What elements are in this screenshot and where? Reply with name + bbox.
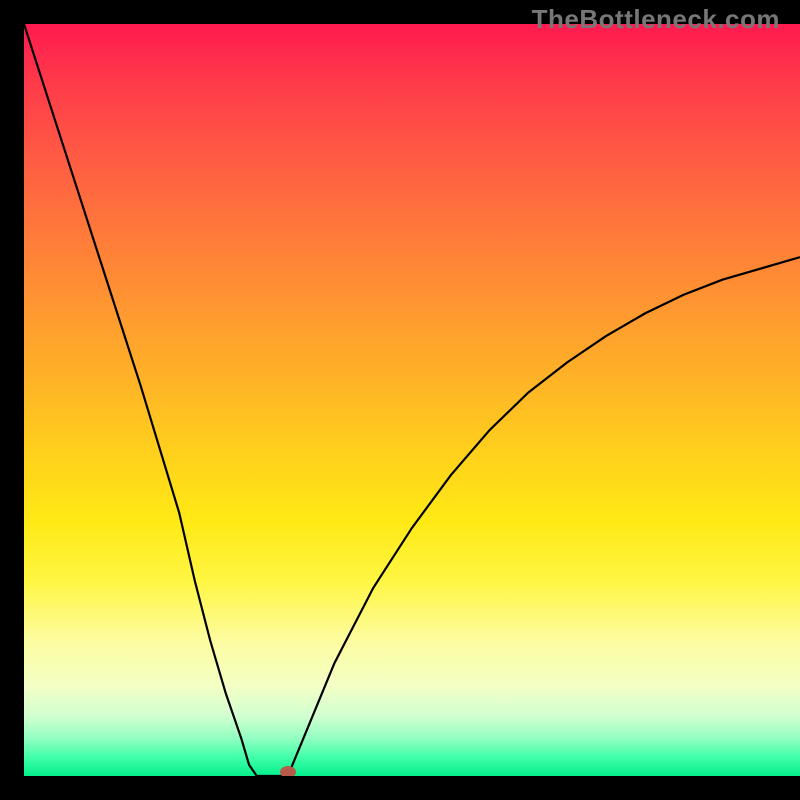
optimum-marker: [280, 766, 296, 776]
curve-path: [24, 24, 800, 776]
plot-area: [24, 24, 800, 776]
watermark-text: TheBottleneck.com: [532, 4, 780, 35]
bottleneck-curve: [24, 24, 800, 776]
chart-frame: TheBottleneck.com: [0, 0, 800, 800]
